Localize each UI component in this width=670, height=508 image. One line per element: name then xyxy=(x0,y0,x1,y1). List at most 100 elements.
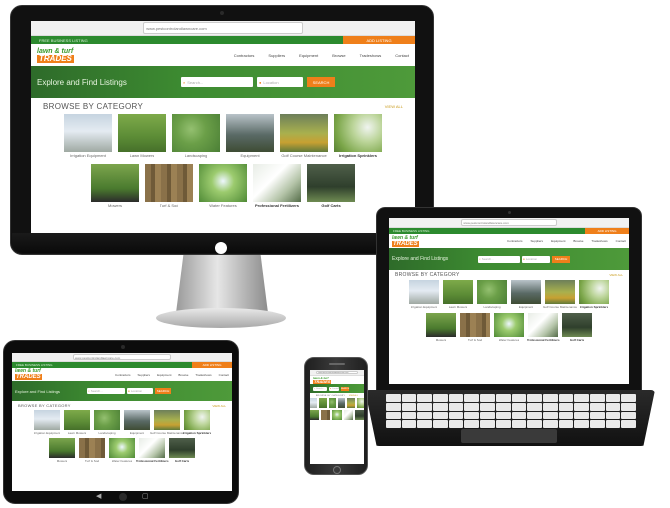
category-card[interactable]: Turf & Sod xyxy=(460,313,490,342)
nav-link-suppliers[interactable]: Suppliers xyxy=(531,239,544,243)
view-all-link[interactable]: VIEW ALL xyxy=(609,273,623,277)
fountain-photo xyxy=(332,410,342,420)
category-card[interactable] xyxy=(347,398,355,408)
category-card[interactable]: Turf & Sod xyxy=(79,438,105,463)
search-button[interactable]: SEARCH xyxy=(341,386,349,391)
category-card[interactable] xyxy=(319,398,327,408)
nav-link-contractors[interactable]: Contractors xyxy=(234,53,255,58)
location-pin-icon: ● xyxy=(330,387,332,390)
category-card[interactable]: Golf Carts xyxy=(562,313,592,342)
nav-link-equipment[interactable]: Equipment xyxy=(299,53,318,58)
category-card[interactable]: Irrigation Equipment xyxy=(64,114,112,158)
category-card[interactable]: Water Features xyxy=(494,313,524,342)
site-logo[interactable]: lawn & turf TRADES xyxy=(15,369,42,380)
category-card[interactable]: Equipment xyxy=(511,280,541,309)
category-card[interactable]: Irrigation Equipment xyxy=(34,410,60,435)
add-listing-button[interactable]: ADD LISTING xyxy=(343,36,415,44)
category-card[interactable]: Golf Course Maintenance xyxy=(543,280,577,309)
browser-toolbar: www.pestcontrolandlawncare.com xyxy=(31,21,415,36)
category-card[interactable]: Irrigation Sprinklers xyxy=(579,280,609,309)
category-card[interactable]: Landscaping xyxy=(94,410,120,435)
category-card[interactable]: Professional Fertilizers xyxy=(527,313,560,342)
search-button[interactable]: SEARCH xyxy=(307,77,335,87)
category-card[interactable]: Lawn Mowers xyxy=(118,114,166,158)
category-card[interactable]: Golf Course Maintenance xyxy=(280,114,328,158)
add-listing-button[interactable]: ADD LISTING xyxy=(192,362,232,368)
category-card[interactable] xyxy=(354,410,364,420)
location-input[interactable]: ●Location xyxy=(127,388,153,394)
address-bar[interactable]: www.pestcontrolandlawncare.com xyxy=(461,219,557,226)
category-card[interactable]: Water Features xyxy=(199,164,247,208)
nav-link-contact[interactable]: Contact xyxy=(395,53,409,58)
nav-link-contact[interactable]: Contact xyxy=(616,239,626,243)
category-card[interactable]: Landscaping xyxy=(172,114,220,158)
category-card[interactable] xyxy=(338,398,346,408)
search-input[interactable]: ⌕ Search... xyxy=(478,255,520,263)
keyboard-key xyxy=(589,420,605,428)
category-card[interactable]: Golf Course Maintenance xyxy=(150,410,184,435)
category-card[interactable]: Lawn Mowers xyxy=(64,410,90,435)
search-input[interactable]: ⌕ Search... xyxy=(181,77,253,87)
category-card[interactable]: Mowers xyxy=(49,438,75,463)
location-input[interactable]: ●Location xyxy=(522,255,550,263)
category-card[interactable]: Irrigation Equipment xyxy=(409,280,439,309)
location-input[interactable]: ●Location xyxy=(257,77,303,87)
add-listing-button[interactable]: ADD LISTING xyxy=(585,228,629,234)
nav-link-tradeshows[interactable]: Tradeshows xyxy=(591,239,607,243)
nav-link-contact[interactable]: Contact xyxy=(219,373,229,377)
nav-link-tradeshows[interactable]: Tradeshows xyxy=(195,373,211,377)
category-card[interactable]: Golf Carts xyxy=(307,164,355,208)
view-all-link[interactable]: VIEW ALL xyxy=(212,404,226,408)
search-button[interactable]: SEARCH xyxy=(552,255,570,263)
keyboard-key xyxy=(386,411,401,420)
nav-link-suppliers[interactable]: Suppliers xyxy=(268,53,285,58)
category-card[interactable] xyxy=(310,398,318,408)
address-bar[interactable]: www.pestcontrolandlawncare.com xyxy=(316,371,358,374)
search-placeholder: Search... xyxy=(90,389,103,393)
category-card[interactable] xyxy=(321,410,331,420)
category-card[interactable]: Golf Carts xyxy=(169,438,195,463)
view-all-link[interactable]: VIEW ALL xyxy=(349,395,358,397)
category-card[interactable] xyxy=(328,398,336,408)
category-card[interactable]: Lawn Mowers xyxy=(443,280,473,309)
address-bar[interactable]: www.pestcontrolandlawncare.com xyxy=(143,22,303,34)
nav-link-browse[interactable]: Browse xyxy=(332,53,345,58)
view-all-link[interactable]: VIEW ALL xyxy=(385,104,403,109)
category-card[interactable] xyxy=(343,410,353,420)
keyboard-key xyxy=(558,420,574,428)
category-grid: Irrigation Equipment Lawn Mowers Landscapi… xyxy=(12,410,232,463)
category-card[interactable]: Equipment xyxy=(226,114,274,158)
search-input[interactable]: ⌕ Search... xyxy=(313,386,327,391)
keyboard-key xyxy=(527,420,542,428)
category-label: Equipment xyxy=(518,305,534,309)
location-input[interactable]: ●Location xyxy=(329,386,339,391)
category-card[interactable]: Mowers xyxy=(426,313,456,342)
category-card[interactable]: Landscaping xyxy=(477,280,507,309)
category-card[interactable] xyxy=(332,410,342,420)
nav-links: Contractors Suppliers Equipment Browse Trade… xyxy=(115,373,229,377)
nav-link-browse[interactable]: Browse xyxy=(178,373,188,377)
nav-link-browse[interactable]: Browse xyxy=(573,239,583,243)
category-card[interactable]: Irrigation Sprinklers xyxy=(334,114,382,158)
nav-link-contractors[interactable]: Contractors xyxy=(115,373,131,377)
address-bar[interactable]: www.pestcontrolandlawncare.com xyxy=(72,354,172,360)
category-card[interactable]: Irrigation Sprinklers xyxy=(183,410,211,435)
category-card[interactable] xyxy=(310,410,320,420)
nav-link-contractors[interactable]: Contractors xyxy=(507,239,523,243)
site-logo[interactable]: lawn & turf TRADES xyxy=(313,376,332,384)
nav-link-equipment[interactable]: Equipment xyxy=(157,373,171,377)
nav-link-suppliers[interactable]: Suppliers xyxy=(138,373,151,377)
category-card[interactable]: Professional Fertilizers xyxy=(253,164,301,208)
category-card[interactable]: Water Features xyxy=(109,438,135,463)
category-card[interactable]: Turf & Sod xyxy=(145,164,193,208)
category-card[interactable]: Professional Fertilizers xyxy=(136,438,169,463)
category-card[interactable] xyxy=(356,398,364,408)
site-logo[interactable]: lawn & turf TRADES xyxy=(37,48,74,63)
site-logo[interactable]: lawn & turf TRADES xyxy=(392,235,419,247)
search-button[interactable]: SEARCH xyxy=(155,388,171,394)
category-card[interactable]: Equipment xyxy=(124,410,150,435)
search-input[interactable]: ⌕ Search... xyxy=(87,388,125,394)
nav-link-equipment[interactable]: Equipment xyxy=(551,239,565,243)
nav-link-tradeshows[interactable]: Tradeshows xyxy=(360,53,382,58)
category-card[interactable]: Mowers xyxy=(91,164,139,208)
